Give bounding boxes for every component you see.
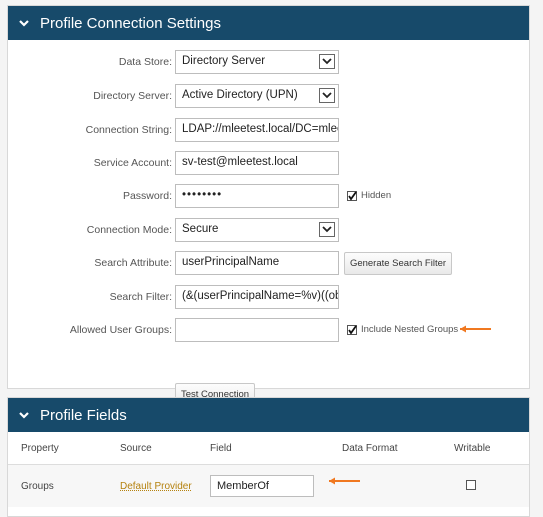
connection-mode-row: Connection Mode: Secure: [8, 218, 529, 244]
column-header-field: Field: [210, 432, 342, 465]
chevron-down-icon: [18, 409, 34, 421]
password-label: Password:: [122, 190, 172, 202]
include-nested-groups-checkbox[interactable]: [347, 324, 357, 335]
column-header-data-format: Data Format: [342, 432, 454, 465]
connection-string-label: Connection String:: [85, 124, 172, 136]
search-attribute-input[interactable]: userPrincipalName: [175, 251, 339, 275]
source-link[interactable]: Default Provider: [120, 481, 192, 492]
connection-string-input[interactable]: LDAP://mleetest.local/DC=mleete: [175, 118, 339, 142]
profile-connection-settings-panel: Profile Connection Settings Data Store: …: [7, 5, 530, 406]
data-store-label: Data Store:: [118, 56, 172, 68]
connection-panel-title: Profile Connection Settings: [40, 14, 221, 32]
connection-mode-value: Secure: [182, 223, 219, 235]
profile-fields-table: Property Source Field Data Format Writab…: [8, 432, 529, 507]
include-nested-groups-label: Include Nested Groups: [361, 324, 459, 335]
service-account-input[interactable]: sv-test@mleetest.local: [175, 151, 339, 175]
password-input[interactable]: ••••••••: [175, 184, 339, 208]
hidden-label: Hidden: [361, 190, 392, 201]
search-filter-input[interactable]: (&(userPrincipalName=%v)((obje: [175, 285, 339, 309]
connection-mode-select[interactable]: Secure: [175, 218, 339, 242]
search-filter-row: Search Filter: (&(userPrincipalName=%v)(…: [8, 285, 529, 311]
directory-server-row: Directory Server: Active Directory (UPN): [8, 84, 529, 110]
source-cell: Default Provider: [120, 464, 210, 507]
service-account-label: Service Account:: [93, 157, 172, 169]
fields-panel-title: Profile Fields: [40, 406, 127, 424]
generate-search-filter-button[interactable]: Generate Search Filter: [344, 252, 452, 275]
allowed-user-groups-input[interactable]: [175, 318, 339, 342]
search-attribute-label: Search Attribute:: [94, 257, 172, 269]
data-store-select[interactable]: Directory Server: [175, 50, 339, 74]
hidden-toggle[interactable]: Hidden: [347, 190, 391, 201]
column-header-property: Property: [8, 432, 120, 465]
writable-checkbox[interactable]: [466, 479, 476, 490]
field-cell: MemberOf: [210, 464, 360, 507]
directory-server-value: Active Directory (UPN): [182, 89, 298, 101]
data-store-row: Data Store: Directory Server: [8, 50, 529, 76]
table-row: Groups Default Provider MemberOf: [8, 464, 529, 507]
column-header-source: Source: [120, 432, 210, 465]
chevron-down-icon: [18, 17, 34, 29]
column-header-writable: Writable: [454, 432, 529, 465]
connection-mode-label: Connection Mode:: [86, 224, 172, 236]
annotation-arrow-icon: [460, 325, 491, 333]
field-input[interactable]: MemberOf: [210, 475, 314, 497]
chevron-down-icon: [319, 88, 335, 103]
include-nested-groups-toggle[interactable]: Include Nested Groups: [347, 324, 458, 335]
data-store-value: Directory Server: [182, 55, 266, 67]
connection-panel-header[interactable]: Profile Connection Settings: [8, 6, 529, 40]
search-filter-label: Search Filter:: [109, 291, 172, 303]
allowed-user-groups-label: Allowed User Groups:: [69, 324, 172, 336]
directory-server-label: Directory Server:: [93, 90, 172, 102]
table-header-row: Property Source Field Data Format Writab…: [8, 432, 529, 465]
chevron-down-icon: [319, 54, 335, 69]
fields-panel-header[interactable]: Profile Fields: [8, 398, 529, 432]
connection-string-row: Connection String: LDAP://mleetest.local…: [8, 118, 529, 144]
writable-cell: [454, 464, 529, 507]
directory-server-select[interactable]: Active Directory (UPN): [175, 84, 339, 108]
hidden-checkbox[interactable]: [347, 190, 357, 201]
password-row: Password: •••••••• Hidden: [8, 184, 529, 210]
profile-fields-panel: Profile Fields Property Source Field Dat…: [7, 397, 530, 517]
annotation-arrow-icon: [329, 477, 360, 485]
search-attribute-row: Search Attribute: userPrincipalName Gene…: [8, 251, 529, 277]
allowed-user-groups-row: Allowed User Groups: Include Nested Grou…: [8, 318, 529, 344]
service-account-row: Service Account: sv-test@mleetest.local: [8, 151, 529, 177]
chevron-down-icon: [319, 222, 335, 237]
property-cell: Groups: [8, 464, 120, 507]
